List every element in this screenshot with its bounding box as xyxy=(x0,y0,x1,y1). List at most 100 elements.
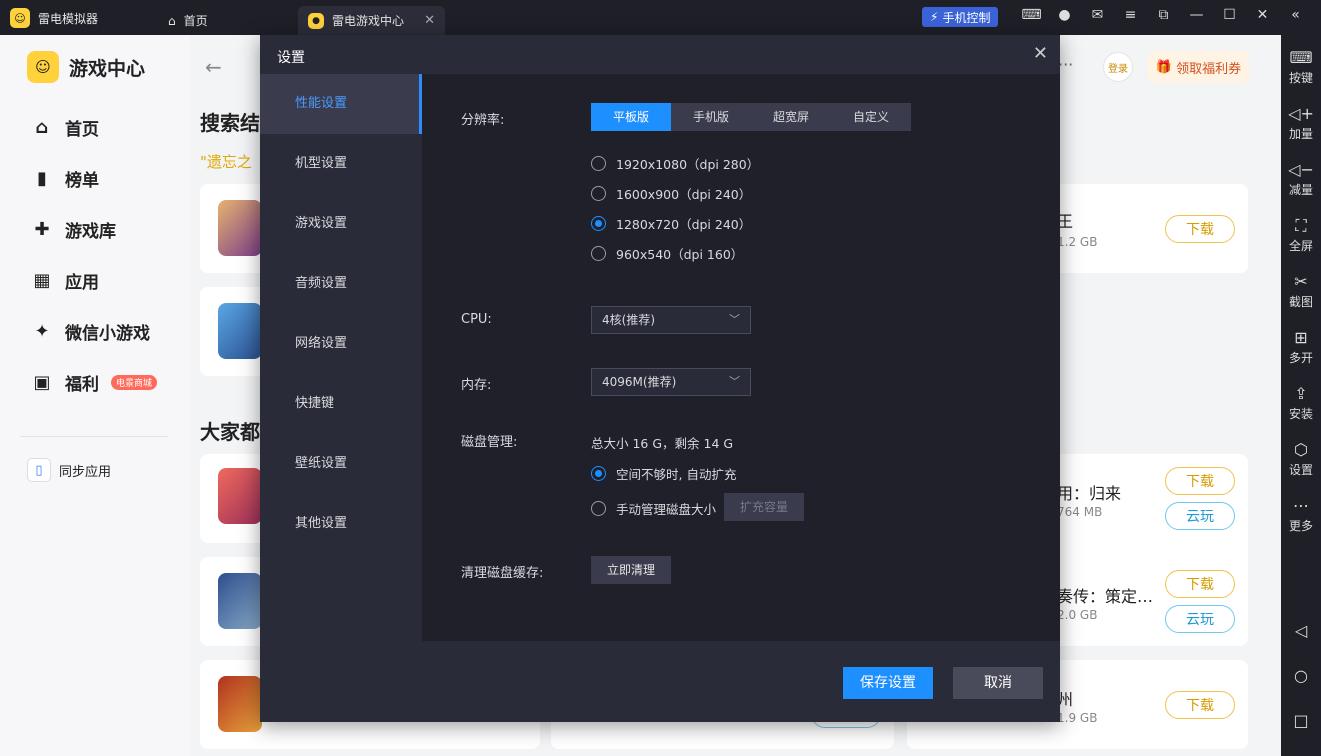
phone-sync-icon: ▯ xyxy=(27,458,51,482)
right-toolbar: ⌨ 按键 ◁+ 加量 ◁− 减量 ⛶ 全屏 ✂ 截图 ⊞ 多开 ⇪ 安装 ⬡ 设置 ⋯ 更多 ◁ … xyxy=(1281,35,1321,756)
close-icon[interactable]: ✕ xyxy=(1033,43,1048,64)
volume-down-button[interactable]: ◁− 减量 xyxy=(1281,159,1321,198)
disk-auto-option[interactable]: 空间不够时, 自动扩充 xyxy=(591,464,736,483)
close-tab-icon[interactable]: ✕ xyxy=(424,13,435,28)
resolution-option-label: 1920x1080（dpi 280） xyxy=(616,157,760,172)
resolution-option[interactable]: 1920x1080（dpi 280） xyxy=(591,154,759,173)
sidebar-item-apps[interactable]: ▦ 应用 xyxy=(31,268,99,293)
keys-button[interactable]: ⌨ 按键 xyxy=(1281,47,1321,86)
tab-game[interactable]: 游戏设置 xyxy=(260,194,422,254)
volume-up-label: 加量 xyxy=(1288,127,1313,141)
tab-shortcuts[interactable]: 快捷键 xyxy=(260,374,422,434)
sidebar-item-library[interactable]: ✚ 游戏库 xyxy=(31,217,116,242)
fullscreen-icon: ⛶ xyxy=(1295,216,1307,235)
close-icon[interactable]: ✕ xyxy=(1246,7,1279,23)
screenshot-button[interactable]: ✂ 截图 xyxy=(1281,271,1321,310)
sidebar-item-label: 微信小游戏 xyxy=(65,324,150,344)
minimize-icon[interactable]: — xyxy=(1180,7,1213,23)
tab-performance[interactable]: 性能设置 xyxy=(260,74,422,134)
keys-label: 按键 xyxy=(1288,71,1313,85)
keyboard-icon: ⌨ xyxy=(1289,48,1313,67)
user-icon[interactable]: ● xyxy=(1048,7,1081,23)
cloud-play-button[interactable]: 云玩 xyxy=(1165,605,1235,633)
maximize-icon[interactable]: ☐ xyxy=(1213,7,1246,23)
sync-apps-label: 同步应用 xyxy=(59,464,112,480)
clean-cache-label: 清理磁盘缓存: xyxy=(461,566,544,581)
gamepad-icon: ● xyxy=(308,12,324,29)
radio-button[interactable] xyxy=(591,156,606,171)
tab-home[interactable]: ⌂ 首页 xyxy=(158,6,218,35)
phone-control-button[interactable]: ⚡ 手机控制 xyxy=(922,7,999,27)
settings-button[interactable]: ⬡ 设置 xyxy=(1281,439,1321,478)
tab-network[interactable]: 网络设置 xyxy=(260,314,422,374)
fullscreen-button[interactable]: ⛶ 全屏 xyxy=(1281,215,1321,254)
volume-up-button[interactable]: ◁+ 加量 xyxy=(1281,103,1321,142)
save-button[interactable]: 保存设置 xyxy=(843,667,933,699)
cpu-select[interactable]: 4核(推荐) ﹀ xyxy=(591,306,751,334)
settings-dialog: 设置 ✕ 性能设置 机型设置 游戏设置 音频设置 网络设置 快捷键 壁纸设置 其… xyxy=(260,35,1060,722)
tab-device-model[interactable]: 机型设置 xyxy=(260,134,422,194)
more-label: 更多 xyxy=(1288,519,1313,533)
game-size: 1.9 GB xyxy=(1057,711,1098,725)
sidebar-item-label: 应用 xyxy=(65,273,99,293)
more-button[interactable]: ⋯ 更多 xyxy=(1281,495,1321,534)
clean-now-button[interactable]: 立即清理 xyxy=(591,556,671,584)
sidebar-item-wechat-games[interactable]: ✦ 微信小游戏 xyxy=(31,319,150,344)
radio-button[interactable] xyxy=(591,246,606,261)
mail-icon[interactable]: ✉ xyxy=(1081,7,1114,23)
gamepad-icon[interactable]: ⌨ xyxy=(1015,7,1048,23)
expand-capacity-button[interactable]: 扩充容量 xyxy=(724,493,804,521)
scissors-icon: ✂ xyxy=(1294,272,1308,291)
mode-custom[interactable]: 自定义 xyxy=(831,103,911,131)
resolution-option-label: 1600x900（dpi 240） xyxy=(616,187,752,202)
mode-phone[interactable]: 手机版 xyxy=(671,103,751,131)
sidebar-item-ranking[interactable]: ▮ 榜单 xyxy=(31,166,99,191)
resolution-option[interactable]: 1600x900（dpi 240） xyxy=(591,184,751,203)
tab-audio[interactable]: 音频设置 xyxy=(260,254,422,314)
collapse-icon[interactable]: « xyxy=(1279,7,1312,23)
mode-tablet[interactable]: 平板版 xyxy=(591,103,671,131)
home-nav-button[interactable]: ○ xyxy=(1281,665,1321,687)
tab-other[interactable]: 其他设置 xyxy=(260,494,422,554)
cancel-button[interactable]: 取消 xyxy=(953,667,1043,699)
sidebar-header: ☺ 游戏中心 xyxy=(27,51,145,83)
download-button[interactable]: 下载 xyxy=(1165,215,1235,243)
claim-coupon-button[interactable]: 🎁 领取福利券 xyxy=(1148,51,1249,83)
radio-button-checked[interactable] xyxy=(591,216,606,231)
more-dots-icon[interactable]: ··· xyxy=(1058,55,1073,74)
back-nav-button[interactable]: ◁ xyxy=(1281,620,1321,642)
volume-down-label: 减量 xyxy=(1288,183,1313,197)
cloud-play-button[interactable]: 云玩 xyxy=(1165,502,1235,530)
sidebar-item-home[interactable]: ⌂ 首页 xyxy=(31,115,99,140)
memory-select[interactable]: 4096M(推荐) ﹀ xyxy=(591,368,751,396)
home-icon: ⌂ xyxy=(168,13,176,28)
download-button[interactable]: 下载 xyxy=(1165,467,1235,495)
tab-wallpaper[interactable]: 壁纸设置 xyxy=(260,434,422,494)
recents-nav-button[interactable]: □ xyxy=(1281,710,1321,732)
radio-button[interactable] xyxy=(591,501,606,516)
chevron-down-icon: ﹀ xyxy=(729,375,740,388)
resolution-option-selected[interactable]: 1280x720（dpi 240） xyxy=(591,214,751,233)
sidebar-item-welfare[interactable]: ▣ 福利 电景商城 xyxy=(31,370,158,395)
sync-apps-button[interactable]: ▯ 同步应用 xyxy=(27,458,111,482)
disk-manual-option[interactable]: 手动管理磁盘大小 xyxy=(591,499,716,518)
disk-info: 总大小 16 G，剩余 14 G xyxy=(591,436,734,451)
multi-instance-button[interactable]: ⊞ 多开 xyxy=(1281,327,1321,366)
fullscreen-label: 全屏 xyxy=(1288,239,1313,253)
install-apk-button[interactable]: ⇪ 安装 xyxy=(1281,383,1321,422)
restore-icon[interactable]: ⧉ xyxy=(1147,7,1180,23)
mode-ultrawide[interactable]: 超宽屏 xyxy=(751,103,831,131)
gift-icon: 🎁 xyxy=(1155,59,1173,75)
back-arrow-icon[interactable]: ← xyxy=(205,55,222,79)
recents-square-icon: □ xyxy=(1293,711,1309,730)
radio-button[interactable] xyxy=(591,186,606,201)
search-query: "遗忘之 xyxy=(200,153,252,171)
menu-icon[interactable]: ≡ xyxy=(1114,7,1147,23)
tab-game-center[interactable]: ● 雷电游戏中心 ✕ xyxy=(298,6,445,35)
radio-button-checked[interactable] xyxy=(591,466,606,481)
download-button[interactable]: 下载 xyxy=(1165,691,1235,719)
download-button[interactable]: 下载 xyxy=(1165,570,1235,598)
resolution-option[interactable]: 960x540（dpi 160） xyxy=(591,244,743,263)
diamond-icon: ✦ xyxy=(34,321,50,342)
login-button[interactable]: 登录 xyxy=(1103,52,1133,82)
